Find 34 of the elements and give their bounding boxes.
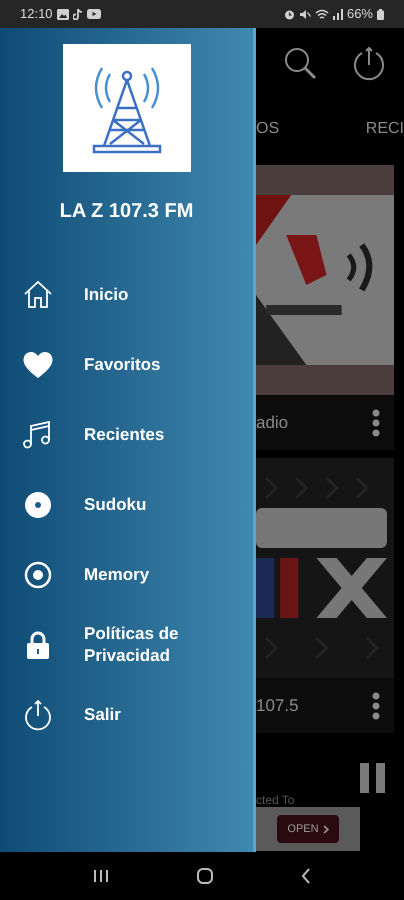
mute-icon bbox=[298, 8, 311, 20]
menu-item[interactable]: Inicio bbox=[84, 284, 204, 306]
alarm-icon bbox=[284, 8, 295, 20]
chevron-icon bbox=[322, 824, 329, 834]
more-icon[interactable] bbox=[372, 408, 380, 436]
pause-icon[interactable] bbox=[360, 763, 386, 793]
tab[interactable]: RECI bbox=[366, 117, 404, 141]
signal-icon bbox=[332, 8, 343, 20]
menu-item[interactable]: Políticas de Privacidad bbox=[84, 623, 204, 667]
home-icon[interactable] bbox=[196, 867, 214, 885]
player-status: cted To bbox=[256, 793, 296, 807]
station-name: adio bbox=[256, 412, 288, 434]
open-button[interactable]: OPEN bbox=[277, 815, 339, 843]
music-note-icon bbox=[72, 8, 83, 20]
recent-apps-icon[interactable] bbox=[93, 869, 110, 883]
video-icon bbox=[86, 9, 101, 19]
menu-item[interactable]: Sudoku bbox=[84, 494, 204, 516]
gallery-icon bbox=[56, 8, 69, 20]
menu-item[interactable]: Recientes bbox=[84, 424, 204, 446]
station-name: 107.5 bbox=[256, 694, 299, 717]
menu-item[interactable]: Favoritos bbox=[84, 354, 204, 376]
search-icon[interactable] bbox=[282, 45, 318, 81]
wifi-icon bbox=[314, 8, 329, 20]
station-card[interactable]: adio bbox=[256, 165, 394, 450]
power-icon[interactable] bbox=[352, 45, 386, 81]
back-icon[interactable] bbox=[300, 868, 311, 884]
more-icon[interactable] bbox=[372, 692, 380, 720]
clock: 12:10 bbox=[20, 5, 53, 24]
battery-percentage: 66% bbox=[346, 5, 373, 24]
menu-item[interactable]: Memory bbox=[84, 564, 204, 586]
battery-icon bbox=[377, 8, 384, 20]
menu-item[interactable]: Salir bbox=[84, 704, 204, 726]
tab[interactable]: OS bbox=[256, 117, 280, 141]
app-title: LA Z 107.3 FM bbox=[60, 199, 194, 224]
